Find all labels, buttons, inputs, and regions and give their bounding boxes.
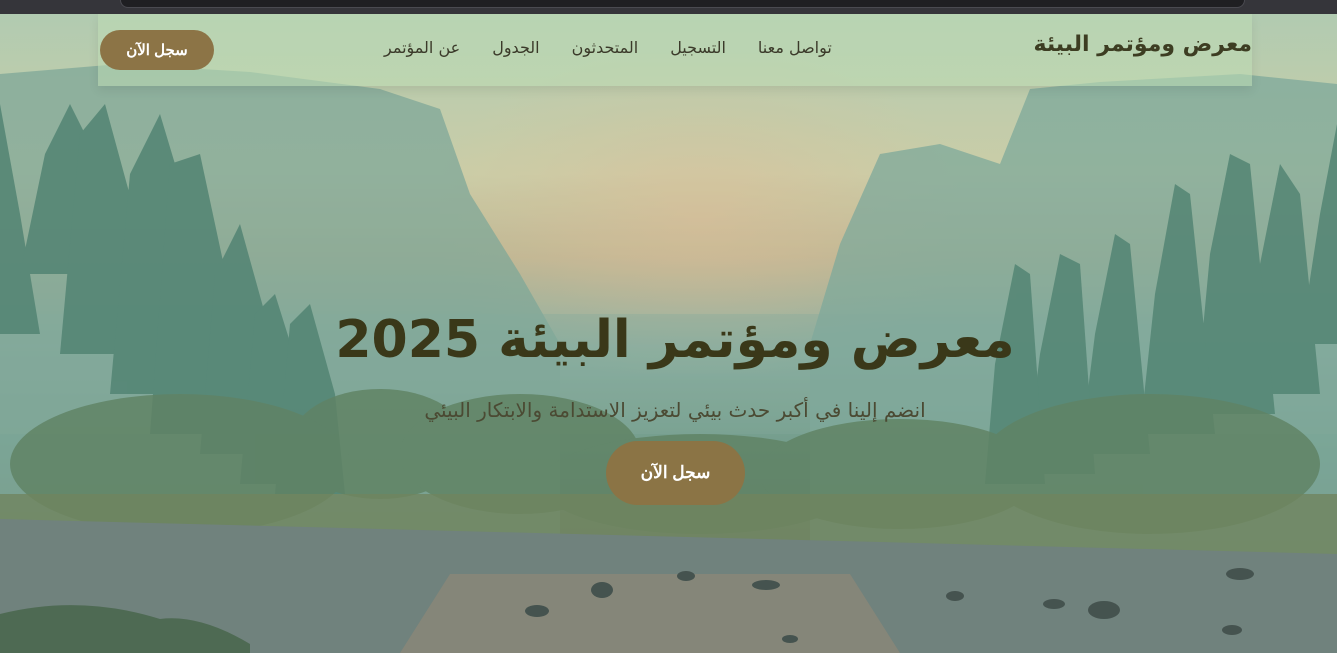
nav-link-speakers[interactable]: المتحدثون [572, 38, 639, 57]
browser-address-bar[interactable] [120, 0, 1245, 8]
nav-link-registration[interactable]: التسجيل [670, 38, 726, 57]
hero-title: معرض ومؤتمر البيئة 2025 [335, 310, 1015, 370]
nav-link-about[interactable]: عن المؤتمر [384, 38, 460, 57]
nav-link-schedule[interactable]: الجدول [492, 38, 539, 57]
hero-subtitle: انضم إلينا في أكبر حدث بيئي لتعزيز الاست… [424, 398, 926, 422]
brand-logo-text[interactable]: معرض ومؤتمر البيئة [1033, 32, 1252, 57]
nav-link-contact[interactable]: تواصل معنا [758, 38, 832, 57]
navbar-register-button[interactable]: سجل الآن [100, 30, 214, 70]
browser-top-bar [0, 0, 1337, 14]
nav-links: عن المؤتمر الجدول المتحدثون التسجيل تواص… [384, 38, 832, 57]
top-navbar: معرض ومؤتمر البيئة عن المؤتمر الجدول الم… [98, 14, 1252, 86]
hero-register-button[interactable]: سجل الآن [606, 441, 745, 505]
hero-section: معرض ومؤتمر البيئة عن المؤتمر الجدول الم… [0, 14, 1337, 653]
